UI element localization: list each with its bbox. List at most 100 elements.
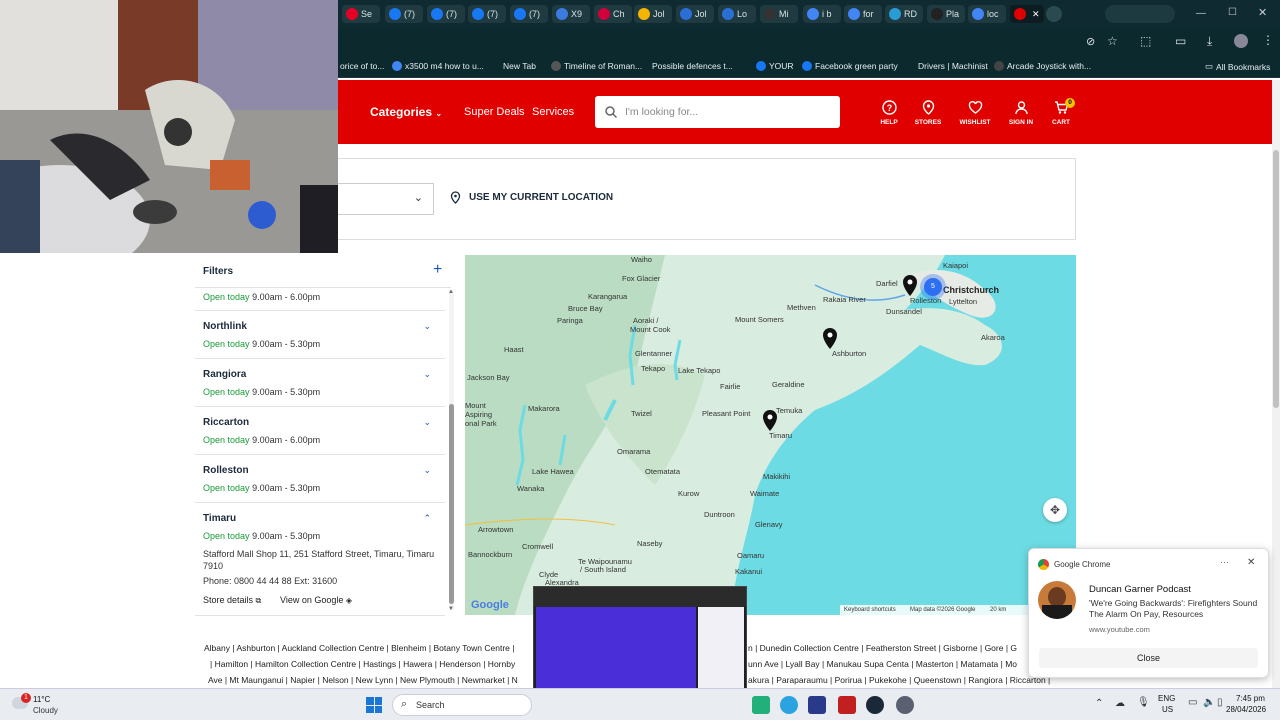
volume-icon[interactable]: 🔈 bbox=[1203, 697, 1215, 708]
footer-links-3b[interactable]: akura | Paraparaumu | Porirua | Pukekohe… bbox=[748, 675, 1050, 685]
store-row[interactable]: Timaru Open today 9.00am - 5.30pm ⌃ bbox=[195, 503, 445, 541]
bookmark-item[interactable]: x3500 m4 how to u... bbox=[392, 61, 484, 71]
download-icon[interactable]: ⤓ bbox=[1207, 34, 1212, 49]
mic-icon[interactable]: 🎙 bbox=[1137, 697, 1150, 708]
view-on-google-link[interactable]: View on Google ◈ bbox=[280, 595, 352, 605]
services-link[interactable]: Services bbox=[532, 106, 574, 118]
extensions-icon[interactable]: ⬚ bbox=[1140, 34, 1151, 48]
browser-tab[interactable]: Pla bbox=[927, 5, 965, 23]
notification-close-button[interactable]: Close bbox=[1039, 648, 1258, 668]
categories-menu[interactable]: Categories ⌄ bbox=[370, 105, 442, 119]
bookmark-item[interactable]: YOUR bbox=[756, 61, 794, 71]
app-icon[interactable] bbox=[838, 696, 856, 714]
store-row[interactable]: Rolleston Open today 9.00am - 5.30pm ⌄ bbox=[195, 455, 445, 503]
bookmark-item[interactable]: Drivers | Machinist bbox=[918, 61, 988, 71]
bookmark-item[interactable]: Arcade Joystick with... bbox=[994, 61, 1091, 71]
browser-tab[interactable]: Lo bbox=[718, 5, 756, 23]
scroll-up-icon[interactable]: ▲ bbox=[448, 289, 454, 295]
telegram-icon[interactable] bbox=[780, 696, 798, 714]
scroll-down-icon[interactable]: ▼ bbox=[448, 606, 454, 612]
bookmark-star-icon[interactable]: ☆ bbox=[1107, 34, 1118, 48]
signin-button[interactable]: SIGN IN bbox=[999, 100, 1043, 126]
fullscreen-button[interactable]: ✥ bbox=[1043, 498, 1067, 522]
store-row[interactable]: Rangiora Open today 9.00am - 5.30pm ⌄ bbox=[195, 359, 445, 407]
settings-icon[interactable] bbox=[896, 696, 914, 714]
app-icon[interactable] bbox=[808, 696, 826, 714]
chevron-up-icon[interactable]: ⌃ bbox=[423, 513, 431, 524]
cart-button[interactable]: CART 0 bbox=[1039, 98, 1083, 126]
bookmark-item[interactable]: Possible defences t... bbox=[652, 61, 733, 71]
browser-tab[interactable]: RD bbox=[885, 5, 923, 23]
store-row[interactable]: Northlink Open today 9.00am - 5.30pm ⌄ bbox=[195, 311, 445, 359]
footer-links-1a[interactable]: Albany | Ashburton | Auckland Collection… bbox=[204, 643, 514, 653]
marker-cluster[interactable]: 5 bbox=[920, 274, 946, 300]
browser-tab[interactable]: (7) bbox=[468, 5, 506, 23]
browser-tab[interactable]: i b bbox=[803, 5, 841, 23]
maximize-button[interactable]: ☐ bbox=[1228, 7, 1237, 18]
start-button[interactable] bbox=[366, 697, 382, 713]
search-input[interactable]: I'm looking for... bbox=[595, 96, 840, 128]
bookmark-item[interactable]: orice of to... bbox=[340, 61, 384, 71]
taskbar-search[interactable]: ⌕ Search bbox=[392, 694, 532, 716]
page-scrollbar-thumb[interactable] bbox=[1273, 150, 1279, 408]
footer-links-2a[interactable]: | Hamilton | Hamilton Collection Centre … bbox=[210, 659, 515, 669]
chevron-down-icon[interactable]: ⌄ bbox=[423, 465, 431, 476]
close-window-button[interactable]: ✕ bbox=[1258, 6, 1267, 19]
menu-icon[interactable]: ⋮ bbox=[1262, 33, 1274, 47]
keyboard-shortcuts-link[interactable]: Keyboard shortcuts bbox=[844, 607, 896, 613]
region-select[interactable]: ⌄ bbox=[337, 183, 434, 215]
super-deals-link[interactable]: Super Deals bbox=[464, 106, 525, 118]
footer-links-3a[interactable]: Ave | Mt Maunganui | Napier | Nelson | N… bbox=[208, 675, 518, 685]
app-icon[interactable] bbox=[752, 696, 770, 714]
footer-links-2b[interactable]: unn Ave | Lyall Bay | Manukau Supa Centa… bbox=[748, 659, 1017, 669]
plus-icon[interactable]: + bbox=[433, 261, 442, 279]
close-tab-icon[interactable]: ✕ bbox=[1032, 9, 1040, 20]
close-icon[interactable]: ✕ bbox=[1247, 557, 1255, 568]
profile-chip[interactable] bbox=[1105, 5, 1175, 23]
browser-tab[interactable]: Jol bbox=[676, 5, 714, 23]
page-scrollbar[interactable] bbox=[1272, 80, 1280, 688]
browser-tab[interactable]: Se bbox=[342, 5, 380, 23]
store-marker[interactable] bbox=[762, 410, 778, 432]
browser-tab[interactable]: (7) bbox=[385, 5, 423, 23]
minimize-button[interactable]: — bbox=[1196, 8, 1206, 19]
onedrive-icon[interactable]: ☁ bbox=[1115, 698, 1125, 709]
browser-tab[interactable]: loc bbox=[968, 5, 1006, 23]
browser-tab[interactable]: Jol bbox=[634, 5, 672, 23]
all-bookmarks[interactable]: ▭ All Bookmarks bbox=[1205, 61, 1270, 72]
browser-tab[interactable]: X9 bbox=[552, 5, 590, 23]
bookmark-item[interactable]: Facebook green party bbox=[802, 61, 898, 71]
filters-header[interactable]: Filters + bbox=[195, 256, 451, 288]
sidepanel-icon[interactable]: ▭ bbox=[1175, 34, 1186, 48]
browser-tab[interactable]: for bbox=[844, 5, 882, 23]
wishlist-button[interactable]: WISHLIST bbox=[953, 100, 997, 126]
scrollbar-thumb[interactable] bbox=[449, 404, 454, 604]
bookmark-item[interactable]: New Tab bbox=[503, 61, 536, 71]
stores-button[interactable]: STORES bbox=[906, 100, 950, 126]
language-indicator[interactable]: ENG bbox=[1158, 694, 1175, 703]
chevron-up-icon[interactable]: ⌃ bbox=[1095, 698, 1103, 709]
footer-links-1b[interactable]: n | Dunedin Collection Centre | Feathers… bbox=[748, 643, 1017, 653]
chevron-down-icon[interactable]: ⌄ bbox=[423, 417, 431, 428]
clock-time[interactable]: 7:45 pm bbox=[1236, 694, 1265, 703]
browser-tab[interactable]: Mi bbox=[760, 5, 798, 23]
battery-icon[interactable]: ▯ bbox=[1217, 697, 1223, 708]
more-options-icon[interactable]: ··· bbox=[1220, 557, 1229, 567]
steam-icon[interactable] bbox=[866, 696, 884, 714]
store-map[interactable]: Kaiapoi Christchurch Lyttelton Darfiel Rolle… bbox=[465, 255, 1076, 615]
store-marker[interactable] bbox=[822, 328, 838, 350]
browser-tab[interactable]: Ch bbox=[594, 5, 632, 23]
new-tab-button[interactable] bbox=[1046, 6, 1062, 22]
use-current-location-button[interactable]: USE MY CURRENT LOCATION bbox=[450, 191, 613, 204]
browser-tab[interactable]: (7) bbox=[510, 5, 548, 23]
chevron-down-icon[interactable]: ⌄ bbox=[423, 321, 431, 332]
eye-off-icon[interactable]: ⊘ bbox=[1086, 35, 1095, 48]
avatar[interactable] bbox=[1234, 34, 1248, 48]
browser-tab[interactable]: (7) bbox=[427, 5, 465, 23]
weather-widget[interactable]: 1 11°C Cloudy bbox=[12, 693, 72, 717]
store-marker[interactable] bbox=[902, 275, 918, 297]
store-details-link[interactable]: Store details ⧉ bbox=[203, 595, 261, 606]
chevron-down-icon[interactable]: ⌄ bbox=[423, 369, 431, 380]
network-icon[interactable]: ▭ bbox=[1188, 697, 1197, 708]
help-button[interactable]: ? HELP bbox=[867, 100, 911, 126]
